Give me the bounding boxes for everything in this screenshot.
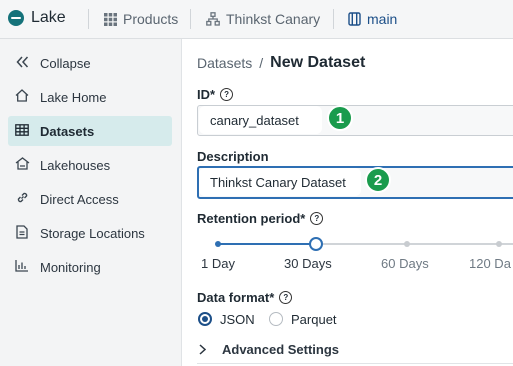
products-menu[interactable]: Products <box>103 11 178 27</box>
double-chevron-left-icon <box>14 55 30 71</box>
description-field-label: Description <box>197 149 269 164</box>
retention-option[interactable]: 30 Days <box>284 256 332 271</box>
json-radio[interactable] <box>198 312 212 326</box>
divider <box>333 9 334 29</box>
brand[interactable]: Lake <box>8 9 66 27</box>
products-label: Products <box>123 11 179 27</box>
canary-menu[interactable]: Thinkst Canary <box>206 11 320 27</box>
slider-tick[interactable] <box>215 241 221 247</box>
home-icon <box>14 89 30 105</box>
canary-label: Thinkst Canary <box>226 11 321 27</box>
sidebar-item-label: Lakehouses <box>40 157 111 173</box>
format-label-text: Data format* <box>197 290 275 305</box>
help-icon[interactable]: ? <box>220 88 234 101</box>
id-input[interactable] <box>199 106 322 134</box>
retention-option[interactable]: 120 Da <box>469 256 511 271</box>
help-icon[interactable]: ? <box>310 212 324 225</box>
retention-label-text: Retention period* <box>197 211 306 226</box>
sidebar-item-monitoring[interactable]: Monitoring <box>8 252 172 282</box>
divider <box>88 9 89 29</box>
parquet-radio[interactable] <box>269 312 283 326</box>
slider-track[interactable] <box>316 243 513 245</box>
retention-field-label: Retention period* ? <box>197 211 324 226</box>
sidebar-item-label: Lake Home <box>40 89 107 105</box>
advanced-settings-toggle[interactable]: Advanced Settings <box>199 342 339 357</box>
breadcrumb-parent[interactable]: Datasets <box>197 55 252 71</box>
help-icon[interactable]: ? <box>279 291 293 304</box>
retention-option[interactable]: 1 Day <box>201 256 235 271</box>
parquet-radio-label[interactable]: Parquet <box>291 312 337 327</box>
format-field-label: Data format* ? <box>197 290 293 305</box>
main-panel: Datasets / New Dataset ID* ? 1 Descripti… <box>182 39 513 366</box>
brand-name: Lake <box>31 9 66 26</box>
page-title: New Dataset <box>270 54 366 71</box>
table-icon <box>14 123 30 139</box>
lakehouse-icon <box>14 157 30 173</box>
hierarchy-icon <box>206 12 220 26</box>
sidebar-item-label: Monitoring <box>40 259 101 275</box>
sidebar-item-collapse[interactable]: Collapse <box>8 48 172 78</box>
sidebar-item-label: Datasets <box>40 123 95 139</box>
description-label-text: Description <box>197 149 269 164</box>
lake-logo-icon <box>8 10 24 26</box>
breadcrumb: Datasets / New Dataset <box>197 54 365 72</box>
slider-filled-track <box>218 243 316 245</box>
slider-tick[interactable] <box>404 241 410 247</box>
branch-label: main <box>367 11 398 27</box>
annotation-marker-1: 1 <box>327 105 353 131</box>
description-input[interactable] <box>199 168 361 196</box>
sidebar-item-label: Storage Locations <box>40 225 145 241</box>
advanced-settings-label: Advanced Settings <box>222 342 340 357</box>
slider-tick[interactable] <box>496 241 502 247</box>
breadcrumb-separator: / <box>259 55 264 71</box>
annotation-marker-2: 2 <box>365 167 391 193</box>
divider <box>197 363 513 364</box>
branch-icon <box>347 12 361 26</box>
sidebar: Collapse Lake Home Datasets Lakehouses D… <box>0 39 182 366</box>
divider <box>190 9 191 29</box>
document-icon <box>14 224 30 242</box>
retention-option[interactable]: 60 Days <box>381 256 429 271</box>
grid-icon <box>103 12 117 26</box>
top-bar: Lake Products Thinkst Canary main <box>0 0 513 39</box>
link-icon <box>14 191 30 207</box>
sidebar-item-lakehouses[interactable]: Lakehouses <box>8 150 172 180</box>
sidebar-item-lake-home[interactable]: Lake Home <box>8 82 172 112</box>
slider-handle[interactable] <box>309 237 323 251</box>
chevron-right-icon <box>199 344 209 355</box>
sidebar-item-direct-access[interactable]: Direct Access <box>8 184 172 214</box>
id-label-text: ID* <box>197 87 216 102</box>
sidebar-item-storage-locations[interactable]: Storage Locations <box>8 218 172 248</box>
sidebar-item-label: Direct Access <box>40 191 119 207</box>
id-field-label: ID* ? <box>197 87 234 102</box>
json-radio-label[interactable]: JSON <box>220 312 255 327</box>
sidebar-item-label: Collapse <box>40 55 91 71</box>
branch-selector[interactable]: main <box>347 11 397 27</box>
sidebar-item-datasets[interactable]: Datasets <box>8 116 172 146</box>
chart-icon <box>14 259 30 275</box>
